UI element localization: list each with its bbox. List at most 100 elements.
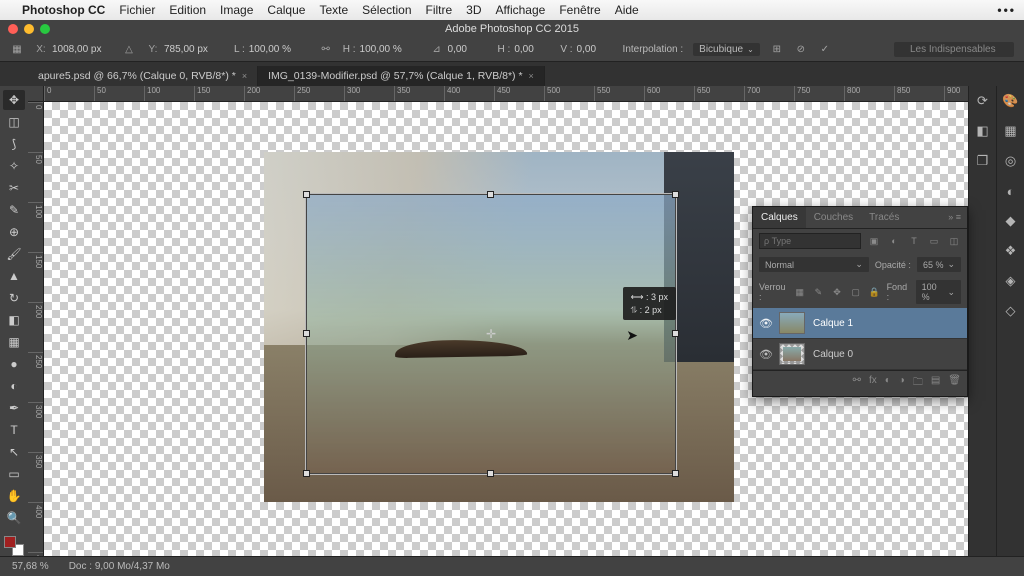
type-tool[interactable]: T bbox=[3, 420, 25, 440]
layer-name[interactable]: Calque 1 bbox=[813, 318, 853, 329]
visibility-icon[interactable]: 👁 bbox=[759, 317, 771, 330]
eraser-tool[interactable]: ◧ bbox=[3, 310, 25, 330]
channels-tab[interactable]: Couches bbox=[806, 207, 861, 228]
opacity-input[interactable]: 65 %⌄ bbox=[917, 257, 961, 272]
menu-text[interactable]: Texte bbox=[319, 3, 348, 17]
menu-window[interactable]: Fenêtre bbox=[559, 3, 600, 17]
link-wh-icon[interactable]: ⚯ bbox=[319, 43, 333, 57]
mac-menubar[interactable]: Photoshop CC Fichier Edition Image Calqu… bbox=[0, 0, 1024, 20]
pen-tool[interactable]: ✒ bbox=[3, 398, 25, 418]
layer-filter-input[interactable] bbox=[759, 233, 861, 249]
transform-ref-icon[interactable]: ▦ bbox=[10, 43, 24, 57]
document-image[interactable]: ✛ ⟷ : 3 px⥮ : 2 px ➤ bbox=[264, 152, 734, 502]
menu-file[interactable]: Fichier bbox=[119, 3, 155, 17]
move-tool[interactable]: ✥ bbox=[3, 90, 25, 110]
transform-center-icon[interactable]: ✛ bbox=[484, 327, 498, 341]
transform-handle-tr[interactable] bbox=[672, 191, 679, 198]
transform-handle-bl[interactable] bbox=[303, 470, 310, 477]
warp-icon[interactable]: ⊞ bbox=[770, 43, 784, 57]
healing-tool[interactable]: ⊕ bbox=[3, 222, 25, 242]
blur-tool[interactable]: ● bbox=[3, 354, 25, 374]
interp-dropdown[interactable]: Bicubique⌄ bbox=[693, 43, 760, 56]
shape-tool[interactable]: ▭ bbox=[3, 464, 25, 484]
adjustments-panel-icon[interactable]: ◐ bbox=[1002, 182, 1020, 200]
fill-input[interactable]: 100 %⌄ bbox=[916, 280, 961, 304]
zoom-tool[interactable]: 🔍 bbox=[3, 508, 25, 528]
layer-thumbnail[interactable] bbox=[779, 343, 805, 365]
adjustment-layer-icon[interactable]: ◑ bbox=[899, 375, 905, 392]
history-panel-icon[interactable]: ⟳ bbox=[974, 92, 992, 110]
menu-select[interactable]: Sélection bbox=[362, 3, 411, 17]
menu-view[interactable]: Affichage bbox=[496, 3, 546, 17]
ruler-horizontal[interactable]: 0501001502002503003504004505005506006507… bbox=[44, 86, 968, 102]
lock-pixels-icon[interactable]: ✎ bbox=[812, 287, 825, 298]
link-xy-icon[interactable]: △ bbox=[122, 43, 136, 57]
visibility-icon[interactable]: 👁 bbox=[759, 348, 771, 361]
stamp-tool[interactable]: ▲ bbox=[3, 266, 25, 286]
delete-layer-icon[interactable]: 🗑 bbox=[948, 375, 961, 392]
lock-artboard-icon[interactable]: ▢ bbox=[849, 287, 862, 298]
marquee-tool[interactable]: ◫ bbox=[3, 112, 25, 132]
transform-handle-mr[interactable] bbox=[672, 330, 679, 337]
layer-mask-icon[interactable]: ◐ bbox=[885, 375, 891, 392]
commit-transform-icon[interactable]: ✓ bbox=[818, 43, 832, 57]
zoom-level[interactable]: 57,68 % bbox=[12, 561, 49, 572]
hand-tool[interactable]: ✋ bbox=[3, 486, 25, 506]
dodge-tool[interactable]: ◐ bbox=[3, 376, 25, 396]
brush-tool[interactable]: 🖌 bbox=[3, 244, 25, 264]
gradient-tool[interactable]: ▦ bbox=[3, 332, 25, 352]
swatches-panel-icon[interactable]: ▦ bbox=[1002, 122, 1020, 140]
transform-bounds[interactable]: ✛ bbox=[306, 194, 676, 474]
tab-doc-2[interactable]: IMG_0139-Modifier.psd @ 57,7% (Calque 1,… bbox=[258, 66, 545, 86]
layer-fx-icon[interactable]: fx bbox=[869, 375, 877, 392]
filter-smart-icon[interactable]: ◫ bbox=[947, 236, 961, 247]
path-select-tool[interactable]: ↖ bbox=[3, 442, 25, 462]
layer-thumbnail[interactable] bbox=[779, 312, 805, 334]
layer-name[interactable]: Calque 0 bbox=[813, 349, 853, 360]
eyedropper-tool[interactable]: ✎ bbox=[3, 200, 25, 220]
cc-panel-icon[interactable]: ◎ bbox=[1002, 152, 1020, 170]
menu-edit[interactable]: Edition bbox=[169, 3, 206, 17]
channels-panel-icon[interactable]: ◈ bbox=[1002, 272, 1020, 290]
close-tab-icon[interactable]: × bbox=[529, 71, 534, 81]
doc-size[interactable]: 9,00 Mo/4,37 Mo bbox=[95, 561, 170, 572]
layer-row[interactable]: 👁 Calque 1 bbox=[753, 308, 967, 339]
transform-handle-tm[interactable] bbox=[487, 191, 494, 198]
width-input[interactable] bbox=[249, 44, 309, 55]
app-name[interactable]: Photoshop CC bbox=[22, 3, 105, 17]
menu-3d[interactable]: 3D bbox=[466, 3, 481, 17]
libraries-panel-icon[interactable]: ❐ bbox=[974, 152, 992, 170]
lock-transparent-icon[interactable]: ▦ bbox=[793, 287, 806, 298]
layers-panel-icon[interactable]: ❖ bbox=[1002, 242, 1020, 260]
filter-image-icon[interactable]: ▣ bbox=[867, 236, 881, 247]
transform-handle-bm[interactable] bbox=[487, 470, 494, 477]
transform-handle-tl[interactable] bbox=[303, 191, 310, 198]
filter-shape-icon[interactable]: ▭ bbox=[927, 236, 941, 247]
styles-panel-icon[interactable]: ◆ bbox=[1002, 212, 1020, 230]
fg-bg-swatch[interactable] bbox=[4, 536, 24, 556]
cancel-transform-icon[interactable]: ⊘ bbox=[794, 43, 808, 57]
magic-wand-tool[interactable]: ✧ bbox=[3, 156, 25, 176]
menu-image[interactable]: Image bbox=[220, 3, 253, 17]
ruler-vertical[interactable]: 0501001502002503003504004505005506006507… bbox=[28, 102, 44, 556]
layers-tab[interactable]: Calques bbox=[753, 207, 806, 228]
panel-menu-icon[interactable]: » ≡ bbox=[942, 207, 967, 228]
link-layers-icon[interactable]: ⚯ bbox=[853, 375, 861, 392]
menu-help[interactable]: Aide bbox=[615, 3, 639, 17]
y-pos-input[interactable] bbox=[164, 44, 224, 55]
paths-tab[interactable]: Tracés bbox=[861, 207, 907, 228]
tab-doc-1[interactable]: apure5.psd @ 66,7% (Calque 0, RVB/8*) *× bbox=[28, 66, 258, 86]
blend-mode-dropdown[interactable]: Normal⌄ bbox=[759, 257, 869, 272]
overflow-icon[interactable]: ••• bbox=[997, 3, 1016, 17]
transform-handle-ml[interactable] bbox=[303, 330, 310, 337]
properties-panel-icon[interactable]: ◧ bbox=[974, 122, 992, 140]
lasso-tool[interactable]: ⟆ bbox=[3, 134, 25, 154]
workspace-dropdown[interactable]: Les Indispensables bbox=[894, 42, 1014, 57]
new-layer-icon[interactable]: ▤ bbox=[931, 375, 940, 392]
hskew-input[interactable] bbox=[514, 44, 550, 55]
vskew-input[interactable] bbox=[577, 44, 613, 55]
x-pos-input[interactable] bbox=[52, 44, 112, 55]
lock-all-icon[interactable]: 🔒 bbox=[868, 287, 881, 298]
transform-handle-br[interactable] bbox=[672, 470, 679, 477]
crop-tool[interactable]: ✂ bbox=[3, 178, 25, 198]
